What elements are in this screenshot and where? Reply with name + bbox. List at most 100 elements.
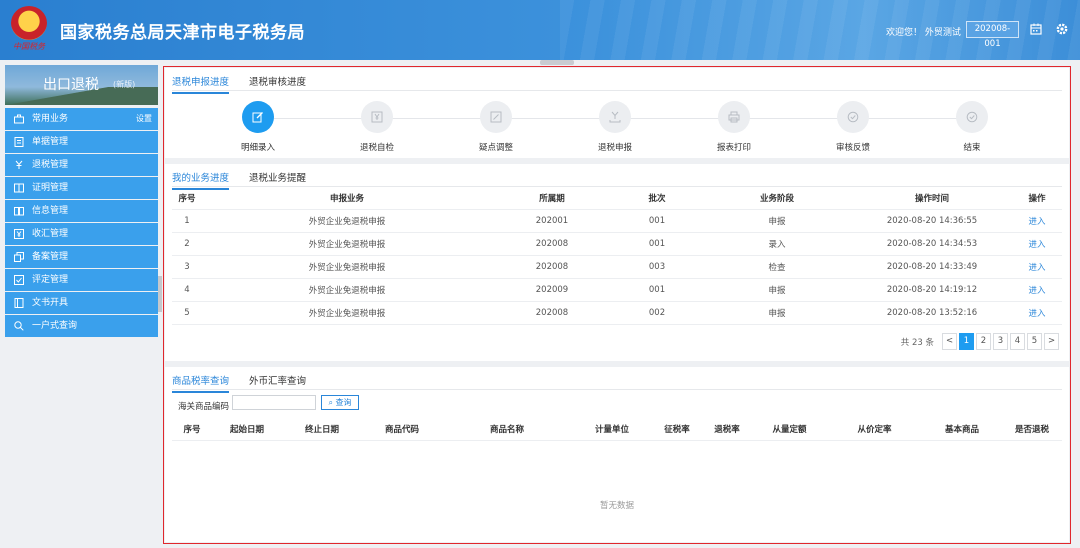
sidebar-item-info[interactable]: 信息管理 [5,200,158,222]
sidebar-item-assessment[interactable]: 评定管理 [5,269,158,291]
sidebar-item-certificate[interactable]: 证明管理 [5,177,158,199]
enter-link[interactable]: 进入 [1012,209,1062,233]
step-self-check[interactable]: 退税自检 [337,101,417,153]
business-table: 序号 申报业务 所属期 批次 业务阶段 操作时间 操作 1 外贸企业免退税申报 … [172,187,1062,325]
printer-icon [728,111,740,123]
briefcase-icon [14,114,24,124]
empty-state: 暂无数据 [599,501,634,511]
sidebar-item-filing[interactable]: 备案管理 [5,246,158,268]
page-5[interactable]: 5 [1027,333,1042,350]
tab-my-business[interactable]: 我的业务进度 [172,170,230,190]
query-button[interactable]: ⌕ 查询 [321,395,359,410]
tab-commodity-rate[interactable]: 商品税率查询 [172,373,230,393]
table-row: 5 外贸企业免退税申报 202008 002 申报 2020-08-20 13:… [172,301,1062,325]
column-header: 起始日期 [212,418,282,441]
customs-code-input[interactable] [232,395,316,410]
step-report-print[interactable]: 报表打印 [694,101,774,153]
table-row: 1 外贸企业免退税申报 202001 001 申报 2020-08-20 14:… [172,209,1062,233]
progress-steps: 明细录入 退税自检 疑点调整 退税申报 报表打印 审核反馈 结束 [165,91,1069,153]
document-icon [14,137,24,147]
edit-icon [252,112,263,123]
step-label: 退税自检 [359,143,394,153]
column-header: 业务阶段 [702,187,852,210]
table-row: 4 外贸企业免退税申报 202009 001 申报 2020-08-20 14:… [172,278,1062,302]
settings-link[interactable]: 设置 [136,108,152,130]
site-title: 国家税务总局天津市电子税务局 [60,23,305,43]
table-row: 3 外贸企业免退税申报 202008 003 检查 2020-08-20 14:… [172,255,1062,279]
copy-icon [14,252,24,262]
search-icon: ⌕ [328,398,333,407]
page-2[interactable]: 2 [976,333,991,350]
business-tabs: 我的业务进度 退税业务提醒 [172,164,1062,190]
sidebar-item-label: 收汇管理 [32,229,69,239]
prev-page-button[interactable]: < [942,333,957,350]
step-audit-feedback[interactable]: 审核反馈 [813,101,893,153]
page-1[interactable]: 1 [959,333,974,350]
rate-card: 商品税率查询 外币汇率查询 海关商品编码 ⌕ 查询 序号 起始日期 终止日期 商… [165,367,1069,542]
tab-exchange-rate[interactable]: 外币汇率查询 [249,373,306,387]
header-collapse-grip[interactable] [540,60,574,65]
sidebar-menu: 常用业务 设置 单据管理 退税管理 证明管理 信息管理 收汇管理 备案管理 评定… [5,108,158,337]
file-icon [14,298,24,308]
pagination: 共 23 条 < 1 2 3 4 5 > [901,333,1059,351]
book-icon [14,207,24,216]
column-header: 终止日期 [282,418,362,441]
progress-card: 退税申报进度 退税审核进度 明细录入 退税自检 疑点调整 退税申报 报表打印 审… [165,68,1069,158]
sidebar-item-label: 信息管理 [32,206,69,216]
step-doubt-adjust[interactable]: 疑点调整 [456,101,536,153]
step-finish[interactable]: 结束 [932,101,1012,153]
column-header: 序号 [172,418,212,441]
column-header: 基本商品 [922,418,1002,441]
sidebar-banner: 出口退税 (新版) [5,65,158,105]
table-header-row: 序号 申报业务 所属期 批次 业务阶段 操作时间 操作 [172,187,1062,210]
emblem-script: 中国税务 [13,42,45,51]
period-selector[interactable]: 202008-001 [966,21,1019,49]
enter-link[interactable]: 进入 [1012,278,1062,302]
next-page-button[interactable]: > [1044,333,1059,350]
step-label: 报表打印 [716,143,751,153]
tab-refund-progress[interactable]: 退税申报进度 [172,74,230,94]
column-header: 征税率 [652,418,702,441]
sidebar-item-label: 一户式查询 [32,321,78,331]
step-refund-declare[interactable]: 退税申报 [575,101,655,153]
column-header: 所属期 [492,187,612,210]
column-header: 是否退税 [1002,418,1062,441]
sidebar-item-receipts[interactable]: 收汇管理 [5,223,158,245]
rate-tabs: 商品税率查询 外币汇率查询 [172,367,1062,393]
step-label: 审核反馈 [835,143,870,153]
column-header: 退税率 [702,418,752,441]
page-4[interactable]: 4 [1010,333,1025,350]
sidebar-item-docs-issue[interactable]: 文书开具 [5,292,158,314]
sidebar-collapse-handle[interactable] [158,276,162,312]
sidebar-item-common[interactable]: 常用业务 设置 [5,108,158,130]
sidebar-item-documents[interactable]: 单据管理 [5,131,158,153]
page-3[interactable]: 3 [993,333,1008,350]
column-header: 申报业务 [202,187,492,210]
tax-emblem-icon [11,6,47,40]
sidebar: 出口退税 (新版) 常用业务 设置 单据管理 退税管理 证明管理 信息管理 收汇… [5,65,158,338]
sidebar-item-query[interactable]: 一户式查询 [5,315,158,337]
tab-business-reminder[interactable]: 退税业务提醒 [249,170,306,184]
sidebar-item-refund[interactable]: 退税管理 [5,154,158,176]
table-header-row: 序号 起始日期 终止日期 商品代码 商品名称 计量单位 征税率 退税率 从量定额… [172,418,1062,441]
banner-subtitle: (新版) [113,80,136,89]
enter-link[interactable]: 进入 [1012,232,1062,256]
column-header: 计量单位 [572,418,652,441]
column-header: 操作 [1012,187,1062,210]
step-label: 疑点调整 [478,143,513,153]
enter-link[interactable]: 进入 [1012,301,1062,325]
declare-icon [609,111,621,123]
step-label: 明细录入 [240,143,275,153]
calendar-icon[interactable] [1030,23,1042,35]
step-detail-entry[interactable]: 明细录入 [218,101,298,153]
enter-link[interactable]: 进入 [1012,255,1062,279]
tab-audit-progress[interactable]: 退税审核进度 [249,74,306,88]
yuan-box-icon [14,229,24,239]
check-box-icon [14,275,24,285]
sidebar-item-label: 评定管理 [32,275,69,285]
top-header: 中国税务 国家税务总局天津市电子税务局 欢迎您！ 外贸测试 202008-001 [0,0,1080,60]
banner-title: 出口退税 [43,77,99,93]
gear-icon[interactable] [1055,22,1069,36]
business-card: 我的业务进度 退税业务提醒 序号 申报业务 所属期 批次 业务阶段 操作时间 操… [165,164,1069,361]
certificate-icon [14,183,24,193]
